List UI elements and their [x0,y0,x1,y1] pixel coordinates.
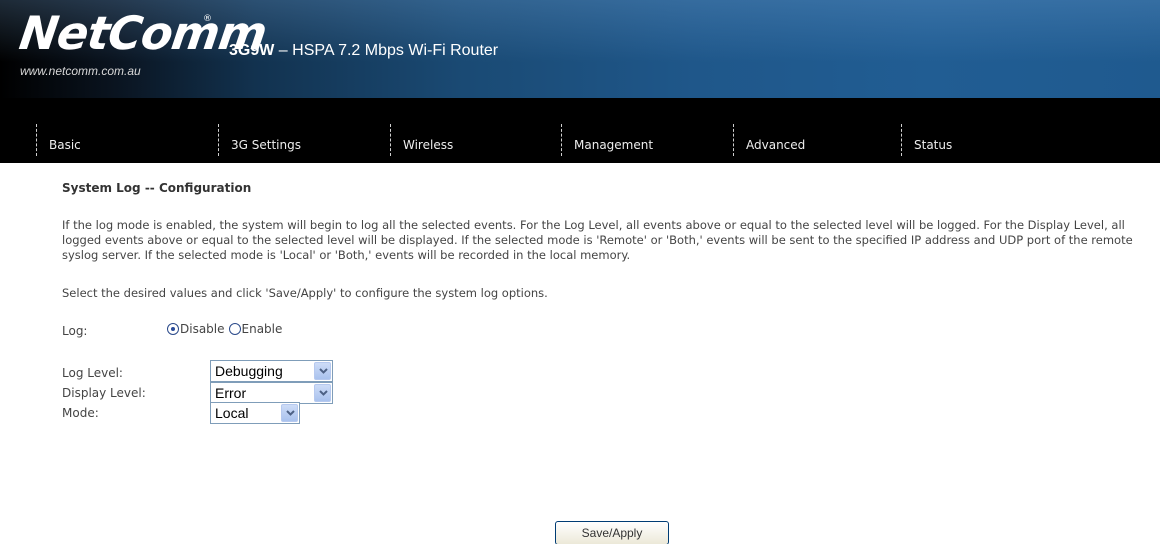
log-radio-group: Disable Enable [167,322,286,336]
nav-separator [390,124,391,156]
nav-item-basic[interactable]: Basic [36,124,81,161]
product-suffix: – HSPA 7.2 Mbps Wi-Fi Router [278,42,499,59]
chevron-down-icon [314,362,331,380]
main-nav: Basic 3G Settings Wireless Management Ad… [0,98,1160,163]
nav-separator [733,124,734,156]
page-description: If the log mode is enabled, the system w… [62,218,1133,262]
mode-select[interactable]: Local [210,402,300,424]
nav-separator [561,124,562,156]
header: NetComm ® www.netcomm.com.au 3G9W – HSPA… [0,0,1160,163]
log-enable-label[interactable]: Enable [242,322,283,336]
banner: NetComm ® www.netcomm.com.au 3G9W – HSPA… [0,0,1160,98]
chevron-down-icon [314,384,331,402]
product-title: 3G9W – HSPA 7.2 Mbps Wi-Fi Router [229,42,498,60]
netcomm-logo[interactable]: NetComm ® www.netcomm.com.au [14,4,270,92]
nav-item-advanced[interactable]: Advanced [733,124,805,161]
display-level-value: Error [215,385,247,401]
nav-item-3g-settings[interactable]: 3G Settings [218,124,301,161]
model-name: 3G9W [229,42,275,59]
nav-separator [218,124,219,156]
display-level-label: Display Level: [62,386,146,400]
save-apply-button[interactable]: Save/Apply [555,521,669,544]
nav-separator [36,124,37,156]
log-label: Log: [62,324,88,338]
nav-item-management[interactable]: Management [561,124,653,161]
log-level-label: Log Level: [62,366,123,380]
display-level-select[interactable]: Error [210,382,333,404]
page-title: System Log -- Configuration [62,181,252,195]
log-level-value: Debugging [215,363,283,379]
log-disable-label[interactable]: Disable [180,322,225,336]
log-disable-radio[interactable] [167,323,179,335]
nav-item-wireless[interactable]: Wireless [390,124,453,161]
registered-mark: ® [203,14,212,24]
log-enable-radio[interactable] [228,323,241,335]
chevron-down-icon [281,404,298,422]
mode-value: Local [215,405,249,421]
log-level-select[interactable]: Debugging [210,360,333,382]
logo-url: www.netcomm.com.au [20,64,141,78]
page-instructions: Select the desired values and click 'Sav… [62,286,548,300]
mode-label: Mode: [62,406,99,420]
nav-item-status[interactable]: Status [901,124,952,161]
nav-separator [901,124,902,156]
